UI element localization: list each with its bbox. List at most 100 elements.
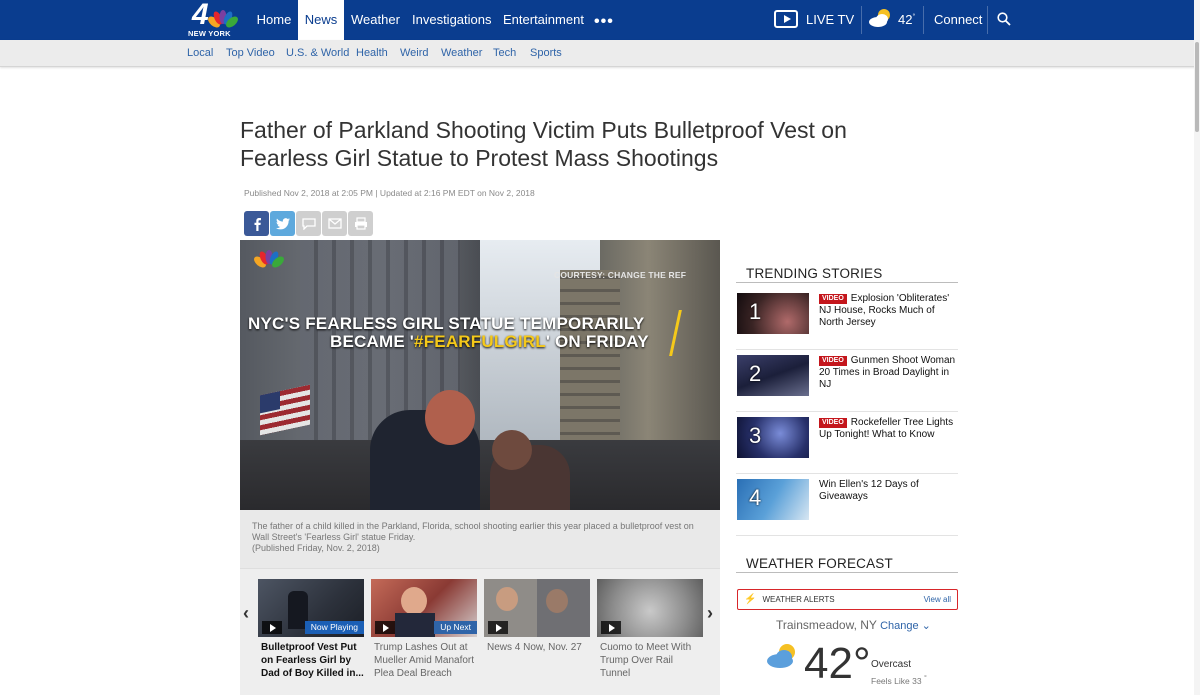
carousel-item[interactable] [484, 579, 590, 637]
carousel-prev-button[interactable]: ‹ [243, 603, 249, 624]
play-icon [262, 621, 282, 634]
video-carousel: ‹ › Now Playing Bulletproof Vest Put on … [240, 568, 720, 695]
subnav-us-world[interactable]: U.S. & World [286, 47, 349, 59]
trending-title: VIDEO Gunmen Shoot Woman 20 Times in Broa… [819, 355, 957, 391]
trending-title: Win Ellen's 12 Days of Giveaways [819, 479, 919, 502]
carousel-item-title[interactable]: Bulletproof Vest Put on Fearless Girl by… [261, 641, 365, 680]
nav-investigations[interactable]: Investigations [412, 0, 492, 40]
now-playing-tag: Now Playing [304, 621, 364, 634]
video-frame-street [240, 440, 720, 510]
trending-item[interactable]: 4 Win Ellen's 12 Days of Giveaways [736, 474, 958, 536]
comment-share-button[interactable] [296, 211, 321, 236]
facebook-share-button[interactable] [244, 211, 269, 236]
subnav-top-video[interactable]: Top Video [226, 47, 275, 59]
subnav-sports[interactable]: Sports [530, 47, 562, 59]
change-label: Change [880, 620, 919, 632]
tv-icon [774, 10, 798, 28]
current-temperature: 42° [804, 640, 871, 688]
weather-location-text: Trainsmeadow, NY [776, 618, 877, 632]
carousel-item[interactable] [597, 579, 703, 637]
weather-forecast-heading: WEATHER FORECAST [736, 556, 958, 573]
nav-entertainment[interactable]: Entertainment [503, 0, 584, 40]
email-share-button[interactable] [322, 211, 347, 236]
caption-text: BECAME ' [330, 332, 415, 351]
subnav-weird[interactable]: Weird [400, 47, 429, 59]
carousel-next-button[interactable]: › [707, 603, 713, 624]
video-description: The father of a child killed in the Park… [240, 510, 720, 568]
header-temp: 42 [898, 12, 913, 27]
subnav-weather[interactable]: Weather [441, 47, 482, 59]
trending-rank: 3 [749, 423, 762, 448]
live-tv-label: LIVE TV [806, 11, 855, 27]
play-icon [375, 621, 395, 634]
weather-alerts-label: WEATHER ALERTS [762, 595, 835, 604]
subnav-health[interactable]: Health [356, 47, 388, 59]
nbc-peacock-icon [254, 250, 284, 268]
video-tag: VIDEO [819, 356, 847, 366]
share-toolbar [244, 211, 373, 236]
video-frame-person [425, 390, 475, 445]
peacock-icon [208, 10, 238, 28]
logo-number: 4 [192, 0, 209, 31]
weather-condition: Overcast [871, 659, 912, 670]
partly-cloudy-icon [767, 644, 795, 668]
lightning-icon: ⚡ [744, 594, 757, 605]
up-next-tag: Up Next [434, 621, 477, 634]
feels-like: Feels Like 33 ° [871, 674, 927, 686]
trending-item[interactable]: 1 VIDEO Explosion 'Obliterates' NJ House,… [736, 288, 958, 350]
carousel-item-title[interactable]: Trump Lashes Out at Mueller Amid Manafor… [374, 641, 478, 680]
video-published-date: (Published Friday, Nov. 2, 2018) [252, 543, 380, 553]
thumb-face [401, 587, 427, 615]
header-weather[interactable]: 42° [868, 8, 915, 28]
trending-title: VIDEO Explosion 'Obliterates' NJ House, R… [819, 293, 957, 329]
thumb-face [496, 587, 518, 611]
carousel-item-title[interactable]: Cuomo to Meet With Trump Over Rail Tunne… [600, 641, 704, 680]
subnav-tech[interactable]: Tech [493, 47, 516, 59]
nav-weather[interactable]: Weather [351, 0, 400, 40]
page-scrollbar[interactable] [1194, 0, 1200, 695]
degree-symbol: ° [852, 639, 871, 688]
search-icon[interactable] [997, 12, 1011, 26]
carousel-item[interactable]: Now Playing [258, 579, 364, 637]
change-location-link[interactable]: Change ⌄ [880, 620, 931, 632]
article-headline: Father of Parkland Shooting Victim Puts … [240, 117, 847, 171]
email-icon [327, 218, 342, 229]
video-frame-statue [492, 430, 532, 470]
thumb-suit [395, 613, 435, 637]
partly-cloudy-icon [869, 9, 890, 27]
trending-rank: 4 [749, 485, 762, 510]
nav-home[interactable]: Home [251, 0, 297, 40]
current-weather: 42° Overcast Feels Like 33 ° [766, 638, 966, 695]
header-temp-unit: ° [912, 13, 916, 21]
nbc4-logo[interactable]: 4 NEW YORK [186, 0, 240, 38]
play-icon [488, 621, 508, 634]
subnav-local[interactable]: Local [187, 47, 213, 59]
more-menu-button[interactable]: ••• [594, 13, 614, 31]
caption-hashtag: #FEARFULGIRL [414, 332, 546, 351]
chevron-down-icon: ⌄ [921, 620, 931, 632]
trending-title: VIDEO Rockefeller Tree Lights Up Tonight!… [819, 417, 957, 441]
video-courtesy-label: COURTESY: CHANGE THE REF [554, 270, 687, 280]
scrollbar-thumb[interactable] [1195, 42, 1199, 132]
trending-item[interactable]: 3 VIDEO Rockefeller Tree Lights Up Tonigh… [736, 412, 958, 474]
video-tag: VIDEO [819, 418, 847, 428]
connect-link[interactable]: Connect [934, 0, 982, 40]
live-tv-button[interactable]: LIVE TV [774, 8, 854, 30]
play-icon [601, 621, 621, 634]
weather-alerts-bar[interactable]: ⚡ WEATHER ALERTS View all [737, 589, 958, 610]
feels-like-text: Feels Like 33 [871, 675, 922, 686]
nav-news[interactable]: News [298, 0, 344, 40]
trending-item[interactable]: 2 VIDEO Gunmen Shoot Woman 20 Times in Br… [736, 350, 958, 412]
carousel-item[interactable]: Up Next [371, 579, 477, 637]
view-all-alerts-link[interactable]: View all [924, 595, 951, 604]
twitter-share-button[interactable] [270, 211, 295, 236]
carousel-item-title[interactable]: News 4 Now, Nov. 27 [487, 641, 591, 654]
trending-thumbnail: 1 [737, 293, 809, 334]
weather-location: Trainsmeadow, NY Change ⌄ [776, 618, 931, 632]
section-subnav: Local Top Video U.S. & World Health Weir… [0, 40, 1200, 67]
print-button[interactable] [348, 211, 373, 236]
video-player[interactable]: COURTESY: CHANGE THE REF NYC'S FEARLESS … [240, 240, 720, 510]
divider [987, 6, 988, 34]
trending-thumbnail: 4 [737, 479, 809, 520]
divider [861, 6, 862, 34]
